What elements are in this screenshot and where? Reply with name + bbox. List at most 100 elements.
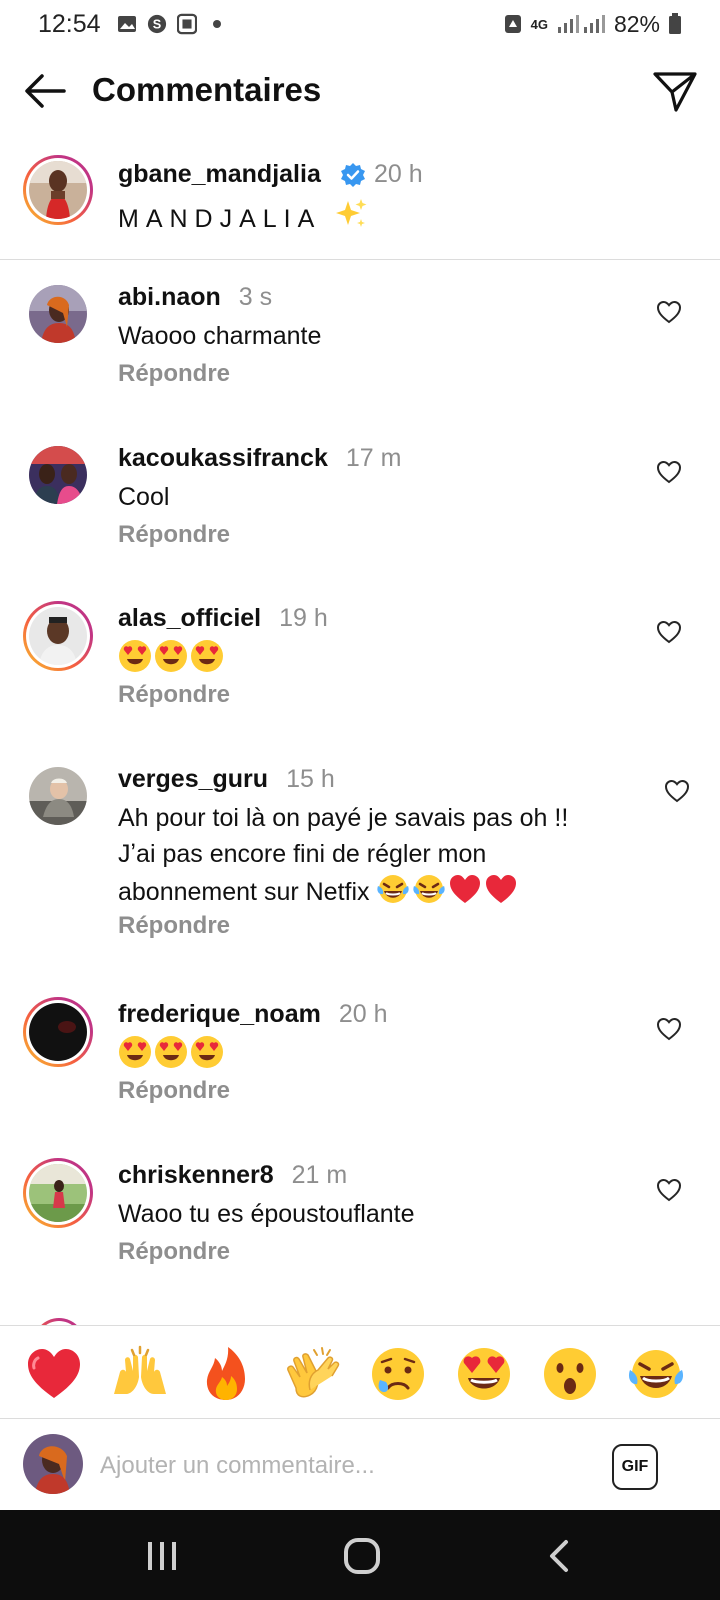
reply-button[interactable]: Répondre [118,360,230,388]
tears-of-joy-emoji-icon [377,875,410,903]
like-button[interactable] [656,460,682,484]
like-button[interactable] [656,1017,682,1041]
comment-username[interactable]: verges_guru [118,765,268,793]
comment-time: 19 h [279,604,328,632]
back-nav-button[interactable] [540,1538,580,1574]
reply-button[interactable]: Répondre [118,912,230,940]
comment-time: 21 m [291,1161,348,1189]
surprised-face-icon [544,1348,596,1400]
heart-outline-icon [664,779,690,803]
reaction-tears-of-joy[interactable] [626,1344,686,1404]
reaction-red-heart[interactable] [24,1344,84,1404]
comment-time: 3 s [238,283,273,311]
status-bar: 12:54 S 4G 82% [0,0,720,48]
back-button[interactable] [22,71,68,111]
comment-header: abi.naon 3 s [118,283,272,312]
avatar [29,1003,87,1061]
dot-icon [207,14,227,34]
clapping-hands-icon [287,1347,340,1398]
post-caption: gbane_mandjalia 20 h MANDJALIA [0,150,720,260]
like-button[interactable] [656,620,682,644]
heart-outline-icon [656,1178,682,1202]
like-button[interactable] [656,1178,682,1202]
heart-eyes-emoji-icon [155,640,187,672]
heart-outline-icon [656,1017,682,1041]
tears-of-joy-emoji-icon [413,875,446,903]
quick-reaction-bar [0,1325,720,1419]
comment-text [118,1035,638,1073]
verified-badge-icon [340,162,366,188]
paper-plane-icon [653,72,697,112]
comment-item: kacoukassifranck 17 m Cool Répondre [0,444,720,574]
reaction-crying-face[interactable] [368,1344,428,1404]
comment-composer: GIF [0,1420,720,1512]
comment-header: frederique_noam 20 h [118,1000,388,1029]
reaction-fire[interactable] [196,1344,256,1404]
reaction-surprised-face[interactable] [540,1344,600,1404]
reaction-clapping-hands[interactable] [282,1344,342,1404]
reply-button[interactable]: Répondre [118,1238,230,1266]
comment-text: Ah pour toi là on payé je savais pas oh … [118,800,648,910]
recent-apps-button[interactable] [142,1538,182,1574]
comment-username[interactable]: frederique_noam [118,1000,321,1028]
reply-button[interactable]: Répondre [118,1077,230,1105]
avatar[interactable] [29,446,87,504]
comment-username[interactable]: alas_officiel [118,604,261,632]
red-heart-emoji-icon [450,875,481,903]
heart-eyes-emoji-icon [191,640,223,672]
gif-button[interactable]: GIF [612,1444,658,1490]
comment-item: alas_officiel 19 h Répondre [0,601,720,734]
crying-face-icon [372,1348,424,1400]
comment-text: Cool [118,483,170,511]
caption-username[interactable]: gbane_mandjalia [118,160,321,189]
raising-hands-icon [114,1345,166,1394]
comment-text: Waooo charmante [118,322,322,350]
comment-username[interactable]: abi.naon [118,283,221,311]
comment-item: abi.naon 3 s Waooo charmante Répondre [0,283,720,413]
comment-item: frederique_noam 20 h Répondre [0,997,720,1130]
reaction-heart-eyes[interactable] [454,1344,514,1404]
avatar[interactable] [29,767,87,825]
red-heart-emoji-icon [486,875,517,903]
comment-text: Waoo tu es époustouflante [118,1200,415,1228]
arrow-left-icon [25,74,66,108]
story-ring[interactable] [23,1158,93,1228]
reply-button[interactable]: Répondre [118,681,230,709]
comment-text [118,639,638,677]
recycle-icon [503,14,523,34]
share-button[interactable] [652,69,698,113]
story-ring[interactable] [23,155,93,225]
heart-outline-icon [656,620,682,644]
home-icon [344,1538,380,1574]
status-time: 12:54 [38,9,101,38]
app-s-icon: S [147,14,167,34]
comment-input[interactable] [100,1442,580,1490]
heart-eyes-icon [458,1348,510,1400]
heart-eyes-emoji-icon [119,640,151,672]
battery-percent: 82% [613,10,660,37]
comment-header: alas_officiel 19 h [118,604,328,633]
comment-username[interactable]: kacoukassifranck [118,444,328,472]
gallery-icon [117,14,137,34]
reply-button[interactable]: Répondre [118,521,230,549]
comment-text-line-3: abonnement sur Netfix [118,872,648,910]
like-button[interactable] [656,300,682,324]
comment-header: chriskenner8 21 m [118,1161,347,1190]
avatar [29,607,87,665]
heart-eyes-emoji-icon [119,1036,151,1068]
comment-time: 15 h [286,765,335,793]
comment-text-line: abonnement sur Netfix [118,878,370,906]
home-button[interactable] [342,1538,382,1574]
comment-time: 17 m [345,444,402,472]
story-ring[interactable] [23,997,93,1067]
story-ring[interactable] [23,601,93,671]
caption-time: 20 h [374,160,423,188]
avatar[interactable] [29,285,87,343]
reaction-raising-hands[interactable] [110,1344,170,1404]
avatar [29,161,87,219]
signal-icon [556,14,606,34]
like-button[interactable] [664,779,690,803]
comment-username[interactable]: chriskenner8 [118,1161,274,1189]
red-heart-icon [28,1349,80,1398]
caption-text-value: MANDJALIA [118,205,320,233]
